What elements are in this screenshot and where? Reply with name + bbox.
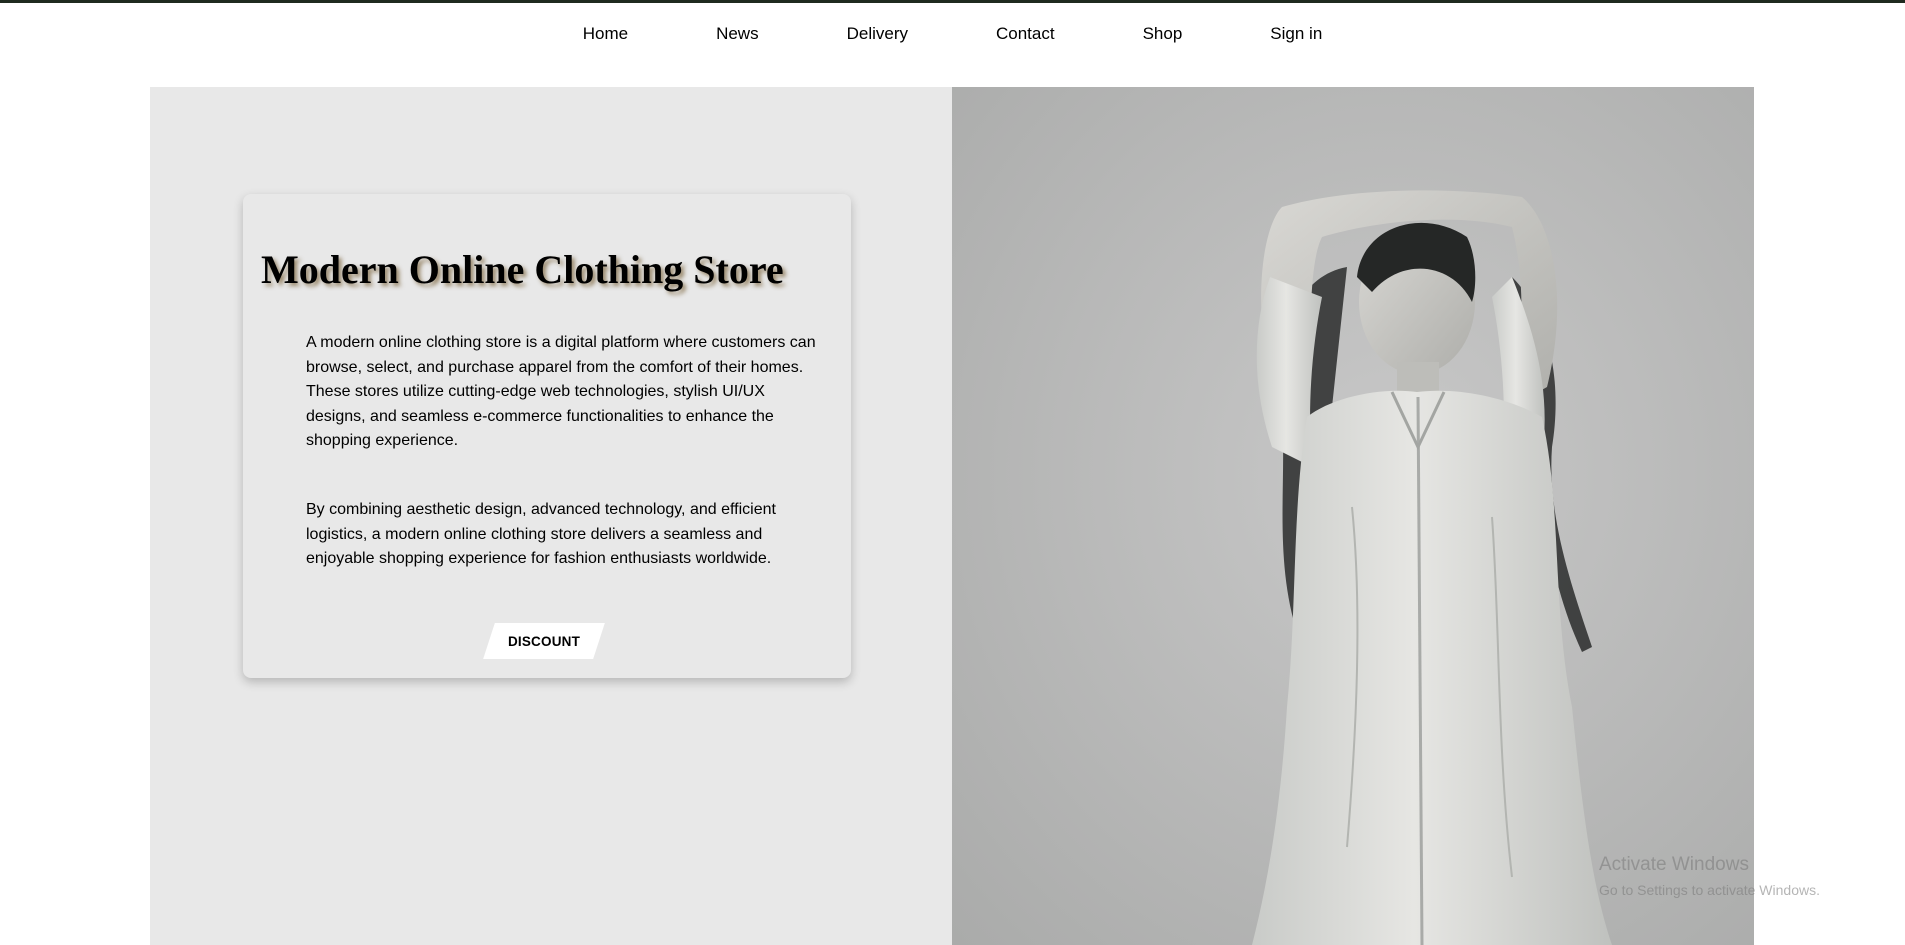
nav-delivery-link[interactable]: Delivery [847, 24, 908, 44]
summary-paragraph: By combining aesthetic design, advanced … [306, 501, 776, 567]
main-navigation: Home News Delivery Contact Shop Sign in [0, 3, 1905, 65]
page-title: Modern Online Clothing Store [261, 247, 784, 292]
intro-card: Modern Online Clothing Store A modern on… [243, 194, 851, 678]
nav-home-link[interactable]: Home [583, 24, 628, 44]
nav-sign-in-link[interactable]: Sign in [1270, 24, 1322, 44]
windows-activation-watermark: Activate Windows Go to Settings to activ… [1599, 854, 1820, 898]
nav-shop-link[interactable]: Shop [1143, 24, 1183, 44]
watermark-subtitle: Go to Settings to activate Windows. [1599, 882, 1820, 898]
hero-text-panel: Modern Online Clothing Store A modern on… [150, 87, 952, 945]
watermark-title: Activate Windows [1599, 854, 1749, 875]
discount-button-label: DISCOUNT [507, 633, 581, 649]
hero-section: Modern Online Clothing Store A modern on… [150, 87, 1754, 945]
fashion-model-photo-icon [952, 87, 1754, 945]
intro-paragraph: A modern online clothing store is a digi… [306, 334, 816, 449]
nav-news-link[interactable]: News [716, 24, 759, 44]
hero-image-panel [952, 87, 1754, 945]
nav-contact-link[interactable]: Contact [996, 24, 1055, 44]
discount-button[interactable]: DISCOUNT [481, 623, 607, 659]
